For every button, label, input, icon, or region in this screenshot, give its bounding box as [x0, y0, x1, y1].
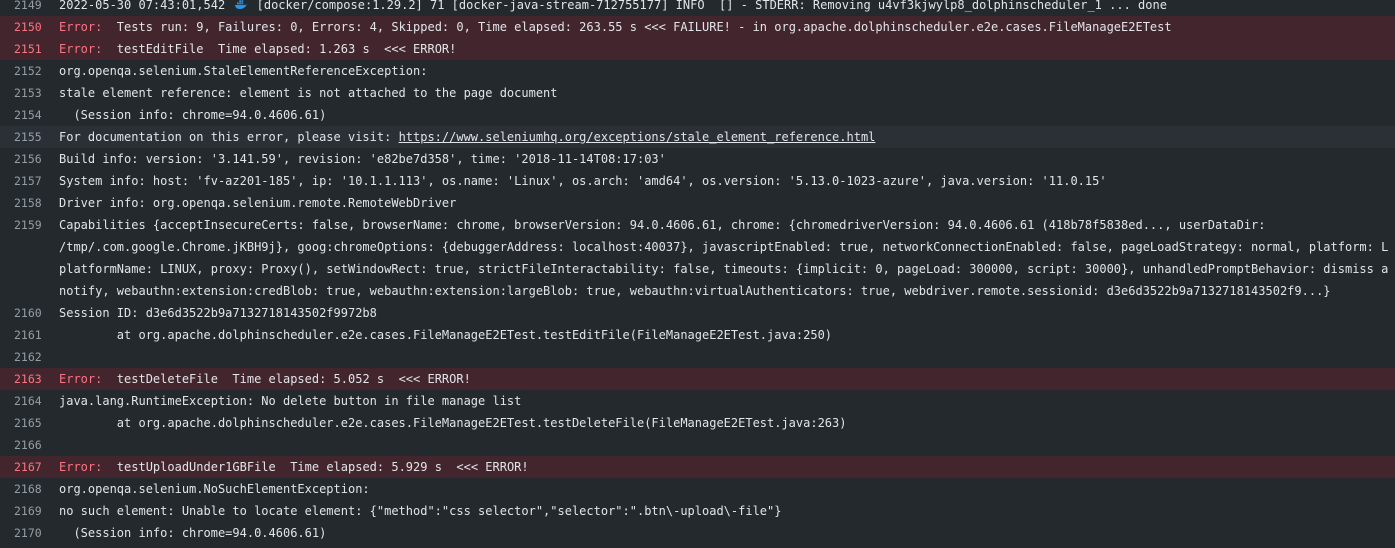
error-label: Error:: [59, 42, 103, 56]
log-line-error: 2150 Error: Tests run: 9, Failures: 0, E…: [0, 16, 1395, 38]
log-text: Error: testDeleteFile Time elapsed: 5.05…: [59, 372, 471, 386]
log-text: Driver info: org.openqa.selenium.remote.…: [59, 196, 457, 210]
log-line: 2152 org.openqa.selenium.StaleElementRef…: [0, 60, 1395, 82]
log-line: 2160 Session ID: d3e6d3522b9a71327181435…: [0, 302, 1395, 324]
log-line: 2165 at org.apache.dolphinscheduler.e2e.…: [0, 412, 1395, 434]
log-line-error: 2163 Error: testDeleteFile Time elapsed:…: [0, 368, 1395, 390]
error-label: Error:: [59, 20, 103, 34]
log-line: 2166: [0, 434, 1395, 456]
log-text: java.lang.RuntimeException: No delete bu…: [59, 394, 522, 408]
line-number[interactable]: 2168: [0, 482, 42, 496]
log-line: 2168 org.openqa.selenium.NoSuchElementEx…: [0, 478, 1395, 500]
log-text: Build info: version: '3.141.59', revisio…: [59, 152, 666, 166]
log-line-hovered: 2155 For documentation on this error, pl…: [0, 126, 1395, 148]
log-text: at org.apache.dolphinscheduler.e2e.cases…: [59, 416, 847, 430]
line-number[interactable]: 2158: [0, 196, 42, 210]
log-text: /tmp/.com.google.Chrome.jKBH9j}, goog:ch…: [59, 240, 1389, 254]
log-text: Error: testUploadUnder1GBFile Time elaps…: [59, 460, 529, 474]
log-line: 2156 Build info: version: '3.141.59', re…: [0, 148, 1395, 170]
log-text: at org.apache.dolphinscheduler.e2e.cases…: [59, 328, 833, 342]
log-text: notify, webauthn:extension:credBlob: tru…: [59, 284, 1331, 298]
log-line: 2154 (Session info: chrome=94.0.4606.61): [0, 104, 1395, 126]
log-text: (Session info: chrome=94.0.4606.61): [59, 108, 327, 122]
log-text: no such element: Unable to locate elemen…: [59, 504, 782, 518]
log-text: Error: testEditFile Time elapsed: 1.263 …: [59, 42, 457, 56]
line-number[interactable]: 2154: [0, 108, 42, 122]
line-number[interactable]: 2162: [0, 350, 42, 364]
line-number[interactable]: 2153: [0, 86, 42, 100]
log-text: platformName: LINUX, proxy: Proxy(), set…: [59, 262, 1389, 276]
line-number[interactable]: 2150: [0, 20, 42, 34]
line-number[interactable]: 2155: [0, 130, 42, 144]
line-number[interactable]: 2151: [0, 42, 42, 56]
log-line: 2161 at org.apache.dolphinscheduler.e2e.…: [0, 324, 1395, 346]
error-label: Error:: [59, 372, 103, 386]
log-text: Session ID: d3e6d3522b9a7132718143502f99…: [59, 306, 377, 320]
line-number[interactable]: 2157: [0, 174, 42, 188]
log-line: 2164 java.lang.RuntimeException: No dele…: [0, 390, 1395, 412]
line-number[interactable]: 2163: [0, 372, 42, 386]
line-number[interactable]: 2156: [0, 152, 42, 166]
line-number[interactable]: 2165: [0, 416, 42, 430]
line-number[interactable]: 2159: [0, 218, 42, 232]
log-line: 2158 Driver info: org.openqa.selenium.re…: [0, 192, 1395, 214]
log-text: (Session info: chrome=94.0.4606.61): [59, 526, 327, 540]
log-text: org.openqa.selenium.NoSuchElementExcepti…: [59, 482, 370, 496]
log-line: 2170 (Session info: chrome=94.0.4606.61): [0, 522, 1395, 544]
line-number[interactable]: 2161: [0, 328, 42, 342]
line-number[interactable]: 2169: [0, 504, 42, 518]
log-text: For documentation on this error, please …: [59, 130, 876, 144]
log-line: 2169 no such element: Unable to locate e…: [0, 500, 1395, 522]
log-text: System info: host: 'fv-az201-185', ip: '…: [59, 174, 1107, 188]
line-number[interactable]: 2170: [0, 526, 42, 540]
log-line-wrap: platformName: LINUX, proxy: Proxy(), set…: [0, 258, 1395, 280]
log-line: 2149 2022-05-30 07:43:01,542 [docker/com…: [0, 0, 1395, 16]
line-number[interactable]: 2167: [0, 460, 42, 474]
log-line: 2159 Capabilities {acceptInsecureCerts: …: [0, 214, 1395, 236]
log-line: 2153 stale element reference: element is…: [0, 82, 1395, 104]
log-line: 2162: [0, 346, 1395, 368]
line-number[interactable]: 2149: [0, 0, 42, 12]
log-line-wrap: /tmp/.com.google.Chrome.jKBH9j}, goog:ch…: [0, 236, 1395, 258]
docker-whale-icon: [235, 0, 248, 9]
log-text: org.openqa.selenium.StaleElementReferenc…: [59, 64, 428, 78]
log-text: stale element reference: element is not …: [59, 86, 558, 100]
error-label: Error:: [59, 460, 103, 474]
log-line-wrap: notify, webauthn:extension:credBlob: tru…: [0, 280, 1395, 302]
documentation-link[interactable]: https://www.seleniumhq.org/exceptions/st…: [399, 130, 876, 144]
log-output: 2149 2022-05-30 07:43:01,542 [docker/com…: [0, 0, 1395, 548]
log-text: 2022-05-30 07:43:01,542 [docker/compose:…: [59, 0, 1167, 12]
log-text: Error: Tests run: 9, Failures: 0, Errors…: [59, 20, 1172, 34]
line-number[interactable]: 2160: [0, 306, 42, 320]
log-line-error: 2151 Error: testEditFile Time elapsed: 1…: [0, 38, 1395, 60]
log-text: Capabilities {acceptInsecureCerts: false…: [59, 218, 1266, 232]
log-line: 2157 System info: host: 'fv-az201-185', …: [0, 170, 1395, 192]
line-number[interactable]: 2166: [0, 438, 42, 452]
line-number[interactable]: 2152: [0, 64, 42, 78]
log-line-error: 2167 Error: testUploadUnder1GBFile Time …: [0, 456, 1395, 478]
line-number[interactable]: 2164: [0, 394, 42, 408]
